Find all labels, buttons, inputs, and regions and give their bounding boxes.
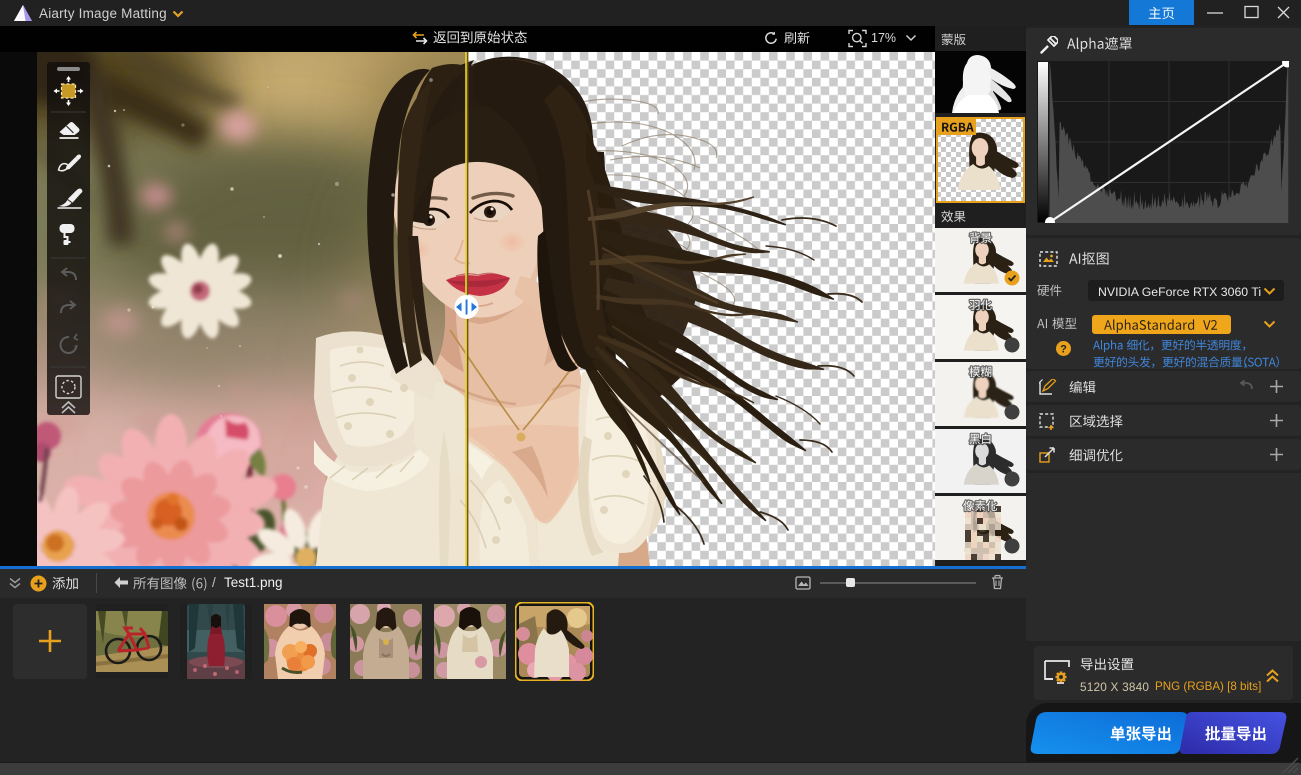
svg-text:?: ? (1060, 344, 1067, 356)
